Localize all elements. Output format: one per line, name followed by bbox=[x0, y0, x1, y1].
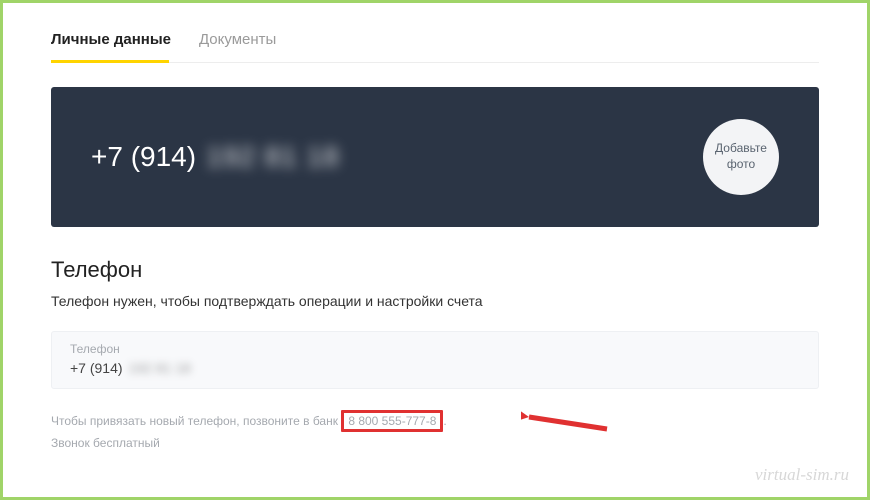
tab-personal-data[interactable]: Личные данные bbox=[51, 31, 171, 62]
hint-post: . bbox=[443, 414, 446, 428]
phone-value-masked: 192 81 18 bbox=[129, 360, 191, 376]
phone-section: Телефон Телефон нужен, чтобы подтверждат… bbox=[51, 257, 819, 454]
section-title: Телефон bbox=[51, 257, 819, 283]
phone-field-label: Телефон bbox=[70, 342, 800, 356]
add-photo-button[interactable]: Добавьте фото bbox=[703, 119, 779, 195]
profile-header-card: +7 (914) 192 81 18 Добавьте фото bbox=[51, 87, 819, 227]
phone-value-prefix: +7 (914) bbox=[70, 360, 123, 376]
page-content: Личные данные Документы +7 (914) 192 81 … bbox=[3, 3, 867, 454]
phone-field[interactable]: Телефон +7 (914) 192 81 18 bbox=[51, 331, 819, 389]
hint-text: Чтобы привязать новый телефон, позвоните… bbox=[51, 411, 819, 454]
hint-pre: Чтобы привязать новый телефон, позвоните… bbox=[51, 414, 341, 428]
add-photo-label-1: Добавьте bbox=[715, 141, 767, 157]
hint-line2: Звонок бесплатный bbox=[51, 436, 160, 450]
bank-phone-highlight: 8 800 555-777-8 bbox=[341, 410, 443, 432]
watermark: virtual-sim.ru bbox=[755, 465, 849, 485]
section-description: Телефон нужен, чтобы подтверждать операц… bbox=[51, 293, 819, 309]
annotation-arrow-icon bbox=[521, 409, 611, 435]
add-photo-label-2: фото bbox=[715, 157, 767, 173]
phone-prefix: +7 (914) bbox=[91, 141, 196, 173]
tab-documents[interactable]: Документы bbox=[199, 31, 276, 62]
active-tab-underline bbox=[51, 60, 169, 63]
profile-phone-number: +7 (914) 192 81 18 bbox=[91, 141, 340, 173]
phone-masked: 192 81 18 bbox=[206, 141, 340, 173]
phone-field-value: +7 (914) 192 81 18 bbox=[70, 360, 800, 376]
tabs: Личные данные Документы bbox=[51, 31, 819, 63]
